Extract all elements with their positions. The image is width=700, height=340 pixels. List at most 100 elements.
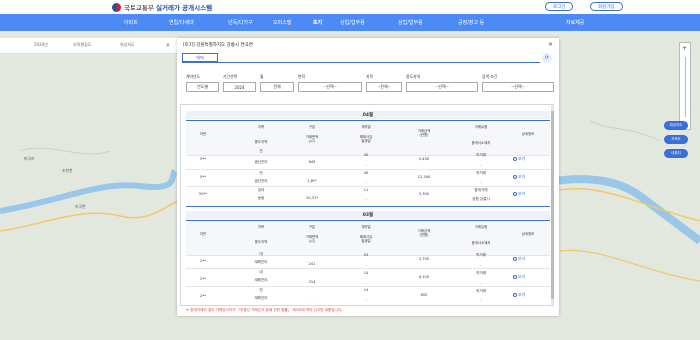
map-tab-year[interactable]: 2024년 (34, 42, 48, 48)
select-month[interactable]: 전체 (260, 82, 294, 92)
th-deal-type: 거래유형 (474, 125, 488, 129)
table-scrollbar[interactable] (551, 105, 554, 305)
nav-commercial[interactable]: 상업/업무용 (340, 14, 365, 31)
map-label-town: 미곡면 (75, 204, 86, 209)
filter-label-zone: 용도지역 (406, 74, 420, 79)
cell-lot: 2** (200, 259, 206, 263)
th-zone: 용도지역 (254, 140, 268, 144)
select-zone[interactable]: --선택-- (406, 82, 478, 92)
tab-sale[interactable]: 매매 (182, 53, 218, 62)
nav-apartment[interactable]: 아파트 (124, 14, 138, 31)
search-icon (513, 293, 517, 297)
cell-cancel: - (365, 163, 367, 167)
cell-agent: 강원 강릉시 (472, 197, 490, 201)
cell-day: 14 (363, 271, 369, 275)
cell-category: 전 (259, 171, 263, 175)
cell-agent: - (480, 281, 482, 285)
view-detail-link[interactable]: 보기 (513, 174, 525, 180)
cell-cancel: - (365, 263, 367, 267)
th-deal-type: 거래유형 (474, 225, 488, 229)
map-tab-satellite[interactable]: 위성지도 (120, 42, 135, 48)
search-icon (513, 157, 517, 161)
map-zoom-control[interactable]: + − (679, 42, 691, 130)
select-search[interactable]: --선택-- (482, 82, 554, 92)
transaction-table: 04월 지번 지목 용도지역 구분 거래면적 (㎡) 계약일 해제사유 발생일 … (180, 104, 554, 306)
select-year[interactable]: 2024 (223, 82, 256, 92)
nav-commercial-2[interactable]: 상업/업무용 (398, 14, 423, 31)
cell-zone: 계획관리 (254, 260, 268, 264)
zoom-in-icon[interactable]: + (682, 45, 687, 52)
cell-area: 241 (308, 262, 316, 266)
nav-house[interactable]: 단독/다가구 (228, 14, 253, 31)
cell-day: 30 (363, 153, 369, 157)
cell-cancel: - (365, 298, 367, 302)
select-year-mode[interactable]: 년도별 (186, 82, 219, 92)
login-button[interactable]: 로그인 (545, 2, 574, 11)
cell-cancel: - (365, 197, 367, 201)
select-category[interactable]: --전체-- (366, 82, 402, 92)
cell-day: 11 (363, 188, 369, 192)
th-area: 거래면적 (㎡) (305, 135, 319, 144)
filter-label-area: 면적 (298, 74, 305, 79)
map-tab-cadastral[interactable]: 지적편집도 (73, 42, 91, 48)
cell-deal-type: 직거래 (476, 289, 486, 293)
share-icon[interactable]: ⟳ (542, 53, 552, 63)
cell-cancel: - (365, 180, 367, 184)
zoom-track[interactable] (685, 57, 686, 117)
cell-area: 314 (308, 280, 316, 284)
cell-price: 2,700 (418, 257, 430, 261)
cell-lot: 50** (198, 192, 208, 196)
th-lot: 지번 (199, 132, 207, 136)
cell-deal-type: 직거래 (476, 153, 486, 157)
row-divider (186, 186, 550, 187)
cell-lot: 5** (200, 157, 206, 161)
side-button-satellite[interactable]: 위성지도 (664, 121, 688, 130)
cell-agent: - (480, 163, 482, 167)
cell-area: 1,8** (307, 179, 317, 183)
search-icon (513, 192, 517, 196)
close-icon[interactable]: × (548, 41, 553, 48)
filter-label-period: 기간선택 (223, 74, 237, 79)
nav-data-provide[interactable]: 자료제공 (566, 14, 584, 31)
logo-ministry: 국토교통부 (124, 4, 154, 12)
th-day: 계약일 (361, 225, 371, 229)
tab-underline (182, 62, 540, 63)
scroll-thumb[interactable] (551, 111, 554, 299)
cell-price: 5,300 (418, 192, 430, 196)
cell-price: 6,100 (418, 275, 430, 279)
view-detail-link[interactable]: 보기 (513, 274, 525, 280)
view-label: 보기 (518, 174, 526, 179)
search-icon[interactable]: ⌕ (166, 41, 170, 50)
view-detail-link[interactable]: 보기 (513, 191, 525, 197)
filter-bar: 계약년도 기간선택 월 면적 지목 용도지역 검색 조건 년도별 2024 전체… (180, 74, 558, 98)
th-price: 거래금액 (만원) (417, 129, 431, 138)
cell-area: 10,37* (305, 196, 319, 200)
view-label: 보기 (518, 274, 526, 279)
view-detail-link[interactable]: 보기 (513, 292, 525, 298)
cell-lot: 2** (200, 277, 206, 281)
cell-category: 전 (259, 149, 263, 153)
side-button-location[interactable]: 내위치 (664, 149, 688, 158)
section-divider (186, 206, 550, 207)
nav-villa[interactable]: 연립/다세대 (169, 14, 194, 31)
nav-land[interactable]: 토지 (313, 14, 322, 31)
select-area[interactable]: --선택-- (298, 82, 362, 92)
view-detail-link[interactable]: 보기 (513, 156, 525, 162)
search-icon (513, 257, 517, 261)
filter-label-category: 지목 (366, 74, 373, 79)
cell-agent: - (480, 180, 482, 184)
row-divider (186, 268, 550, 269)
cell-category: 대 (259, 252, 263, 256)
row-divider (186, 169, 550, 170)
cell-price: 600 (420, 293, 428, 297)
cell-category: 전 (259, 288, 263, 292)
panel-title: [토지] 강원특별자치도 강릉시 연곡면 (183, 43, 253, 48)
main-nav: 아파트 연립/다세대 단독/다가구 오피스텔 토지 상업/업무용 상업/업무용 … (0, 14, 700, 31)
signup-button[interactable]: 회원가입 (590, 2, 623, 11)
nav-officetel[interactable]: 오피스텔 (273, 14, 291, 31)
side-button-cadastral[interactable]: 지적도 (664, 135, 688, 144)
site-logo[interactable]: 국토교통부 실거래가 공개시스템 (112, 2, 212, 12)
view-detail-link[interactable]: 보기 (513, 256, 525, 262)
map-label-stream: 조천천 (62, 168, 73, 173)
nav-factory[interactable]: 공장/창고 등 (458, 14, 484, 31)
